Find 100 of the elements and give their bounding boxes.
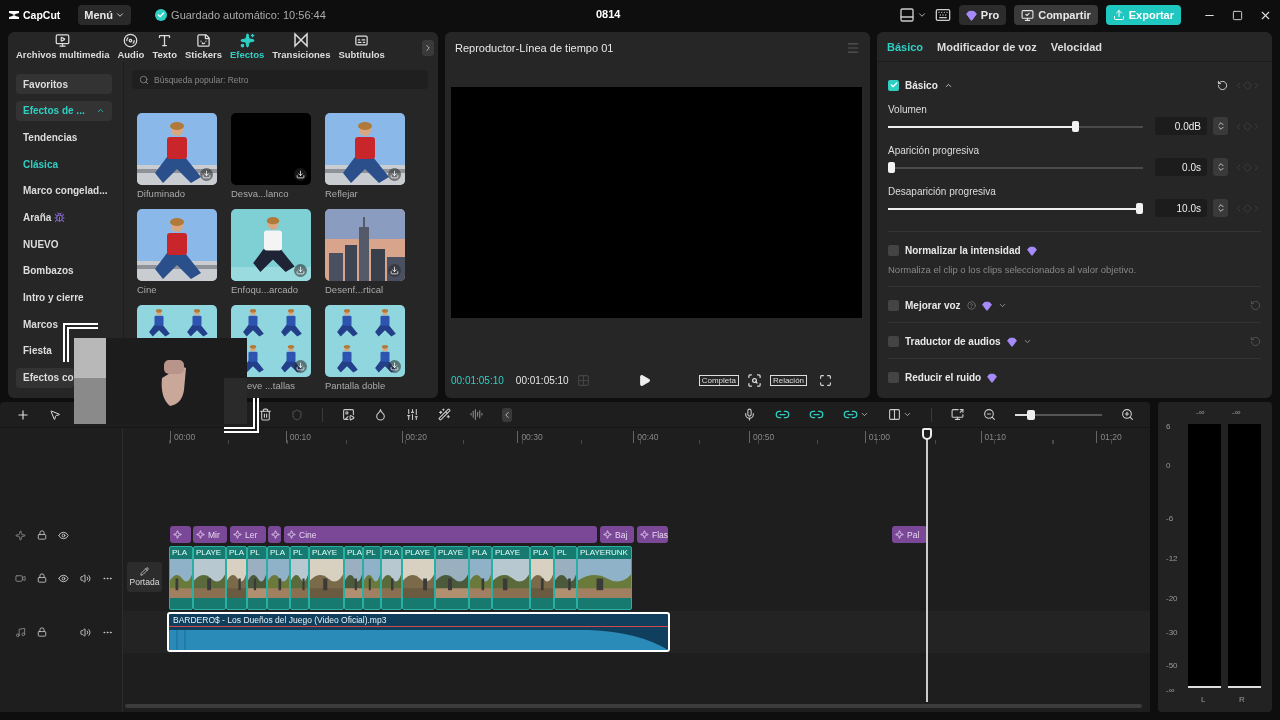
scroll-right-button[interactable] bbox=[422, 40, 434, 56]
zoom-in-icon[interactable] bbox=[1121, 408, 1134, 421]
image-icon[interactable] bbox=[342, 408, 355, 421]
caret-icon[interactable] bbox=[916, 10, 927, 20]
category-item[interactable]: Fiesta bbox=[16, 340, 52, 361]
effect-clip[interactable]: Cine bbox=[284, 526, 597, 543]
video-clip[interactable]: PL bbox=[290, 546, 309, 610]
media-tab[interactable]: Stickers bbox=[181, 33, 226, 62]
video-clip[interactable]: PL bbox=[363, 546, 381, 610]
video-clip[interactable]: PLA bbox=[469, 546, 492, 610]
preview-icon[interactable] bbox=[951, 408, 964, 421]
media-tab[interactable]: Archivos multimedia bbox=[12, 33, 114, 62]
search-field[interactable]: Búsqueda popular: Retro bbox=[132, 70, 428, 89]
category-item[interactable]: Bombazos bbox=[16, 260, 74, 281]
effect-clip[interactable]: Ler bbox=[230, 526, 266, 543]
video-clip[interactable]: PL bbox=[247, 546, 267, 610]
video-clip[interactable]: PLAYE bbox=[193, 546, 226, 610]
download-icon[interactable] bbox=[388, 360, 401, 373]
eye-icon[interactable] bbox=[58, 572, 69, 584]
category-item[interactable]: Tendencias bbox=[16, 127, 78, 148]
download-icon[interactable] bbox=[200, 168, 213, 181]
download-icon[interactable] bbox=[294, 168, 307, 181]
inspector-tab[interactable]: Básico bbox=[887, 40, 924, 53]
category-item[interactable]: Favoritos bbox=[16, 74, 112, 94]
inspector-tab[interactable]: Velocidad bbox=[1050, 40, 1103, 53]
effect-clip[interactable]: Mir bbox=[193, 526, 227, 543]
zoom-out-icon[interactable] bbox=[983, 408, 996, 421]
category-item[interactable]: Intro y cierre bbox=[16, 287, 84, 308]
collapse-button[interactable] bbox=[502, 407, 512, 422]
audio-lines-icon[interactable] bbox=[470, 408, 483, 421]
video-clip[interactable]: PLA bbox=[530, 546, 554, 610]
drop-icon[interactable] bbox=[374, 408, 387, 421]
sliders-icon[interactable] bbox=[406, 408, 419, 421]
effect-clip[interactable]: Flas bbox=[637, 526, 668, 543]
category-item[interactable]: Marcos bbox=[16, 314, 58, 335]
caret-icon[interactable] bbox=[997, 301, 1007, 310]
video-clip[interactable]: PL bbox=[554, 546, 577, 610]
effect-clip[interactable]: Baj bbox=[600, 526, 634, 543]
value-field[interactable]: 0.0s bbox=[1155, 158, 1207, 176]
eye-icon[interactable] bbox=[58, 529, 69, 541]
value-field[interactable]: 10.0s bbox=[1155, 199, 1207, 217]
ratio-button[interactable]: Relación bbox=[769, 374, 808, 386]
delete-icon[interactable] bbox=[259, 408, 272, 421]
cover-button[interactable]: Portada bbox=[127, 562, 162, 592]
effect-clip[interactable]: Pal bbox=[892, 526, 927, 543]
video-clip[interactable]: PLAYE bbox=[402, 546, 435, 610]
video-clip[interactable]: PLA bbox=[381, 546, 402, 610]
lock-icon[interactable] bbox=[37, 627, 47, 637]
video-clip[interactable]: PLAYE bbox=[435, 546, 469, 610]
category-item[interactable]: Clásica bbox=[16, 154, 59, 175]
caret-icon[interactable] bbox=[860, 410, 869, 419]
layout-icon[interactable] bbox=[898, 7, 915, 23]
category-item[interactable]: Marco congelad... bbox=[16, 180, 108, 201]
category-item[interactable]: Araña bbox=[16, 207, 66, 228]
effect-thumbnail[interactable] bbox=[231, 113, 311, 185]
caret-icon[interactable] bbox=[903, 410, 912, 419]
speaker-icon[interactable] bbox=[80, 572, 91, 584]
stepper[interactable] bbox=[1213, 158, 1228, 176]
stepper[interactable] bbox=[1213, 199, 1228, 217]
media-tab[interactable]: Audio bbox=[113, 33, 149, 62]
video-clip[interactable]: PLAYE bbox=[309, 546, 344, 610]
fullscreen-icon[interactable] bbox=[819, 373, 833, 387]
media-tab[interactable]: Subtítulos bbox=[334, 33, 389, 62]
zoom-preview-icon[interactable] bbox=[746, 372, 762, 388]
category-item[interactable]: Efectos de ... bbox=[16, 100, 112, 121]
download-icon[interactable] bbox=[388, 168, 401, 181]
split-icon[interactable] bbox=[888, 408, 901, 421]
effect-clip[interactable] bbox=[170, 526, 191, 543]
add-icon[interactable] bbox=[16, 407, 30, 422]
download-icon[interactable] bbox=[388, 264, 401, 277]
fit-button[interactable]: Completa bbox=[698, 374, 739, 386]
cursor-icon[interactable] bbox=[49, 408, 61, 421]
value-field[interactable]: 0.0dB bbox=[1155, 117, 1207, 135]
media-tab[interactable]: Texto bbox=[148, 33, 181, 62]
video-clip[interactable]: PLAYE bbox=[492, 546, 530, 610]
wand-icon[interactable] bbox=[438, 408, 451, 421]
stepper[interactable] bbox=[1213, 117, 1228, 135]
checkbox[interactable] bbox=[888, 372, 899, 383]
checkbox[interactable] bbox=[888, 245, 899, 256]
caret-icon[interactable] bbox=[1022, 337, 1032, 346]
microphone-icon[interactable] bbox=[743, 408, 756, 421]
checkbox[interactable] bbox=[888, 79, 899, 91]
effect-clip[interactable] bbox=[268, 526, 281, 543]
video-clip[interactable]: PLAYERUNK bbox=[577, 546, 632, 610]
keyboard-icon[interactable] bbox=[934, 7, 951, 23]
share-button[interactable]: Compartir bbox=[1014, 5, 1098, 25]
play-button[interactable] bbox=[637, 373, 651, 387]
lock-icon[interactable] bbox=[37, 530, 47, 540]
category-item[interactable]: Efectos co bbox=[16, 367, 74, 388]
media-tab[interactable]: Transiciones bbox=[268, 32, 335, 62]
pro-button[interactable]: Pro bbox=[958, 5, 1007, 25]
audio-clip[interactable]: BARDERO$ - Los Dueños del Juego (Video Oficial).mp3 bbox=[167, 612, 670, 652]
video-clip[interactable]: PLA bbox=[267, 546, 290, 610]
video-clip[interactable]: PLA bbox=[226, 546, 247, 610]
media-tab[interactable]: Efectos bbox=[226, 33, 269, 62]
checkbox[interactable] bbox=[888, 336, 899, 347]
checkbox[interactable] bbox=[888, 300, 899, 311]
video-clip[interactable]: PLA bbox=[169, 546, 193, 610]
category-item[interactable]: NUEVO bbox=[16, 234, 59, 255]
maximize-icon[interactable] bbox=[1232, 9, 1243, 21]
